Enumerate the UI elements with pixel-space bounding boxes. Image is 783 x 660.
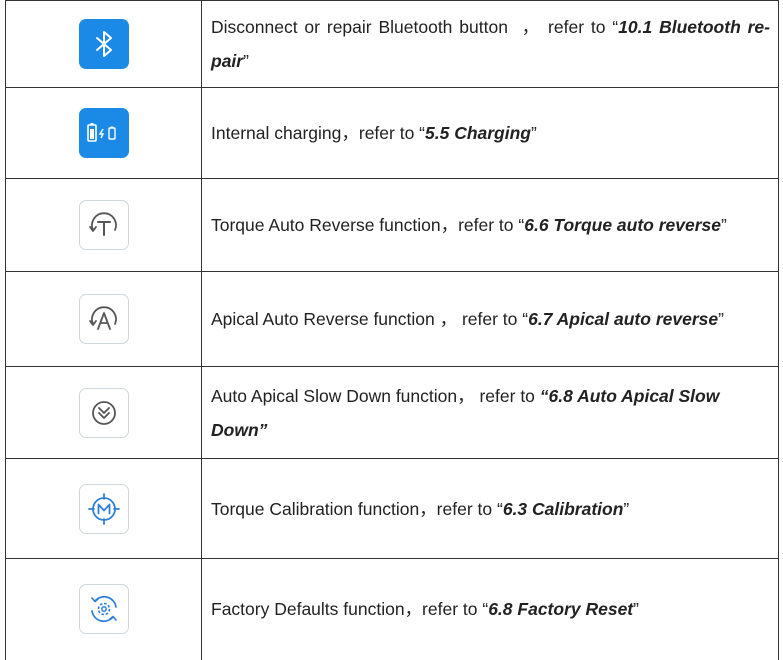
icon-cell [5, 458, 202, 559]
icon-cell [5, 0, 202, 88]
description-cell: Internal charging，refer to “5.5 Charging… [201, 87, 779, 179]
description-cell: Auto Apical Slow Down function， refer to… [201, 366, 779, 459]
factory-reset-icon [78, 584, 129, 635]
apical-auto-reverse-icon [78, 294, 129, 344]
table-row: Factory Defaults function，refer to “6.8 … [5, 558, 779, 660]
table-row: Auto Apical Slow Down function， refer to… [5, 366, 779, 459]
description-cell: Torque Auto Reverse function，refer to “6… [201, 178, 779, 272]
icon-cell [5, 558, 202, 660]
section-reference: 6.7 Apical auto reverse [528, 309, 719, 329]
torque-calibration-icon [78, 483, 129, 534]
icon-cell [5, 87, 202, 179]
description-cell: Torque Calibration function，refer to “6.… [201, 458, 779, 559]
closing-quote: ” [623, 498, 630, 519]
description-text: Apical Auto Reverse function ， refer to … [211, 309, 529, 329]
icon-cell [5, 178, 202, 272]
battery-charging-icon [78, 108, 129, 158]
description-cell: Factory Defaults function，refer to “6.8 … [201, 558, 779, 660]
closing-quote: ” [721, 215, 727, 235]
closing-quote: ” [718, 309, 724, 329]
icon-cell [5, 366, 202, 459]
description-cell: Disconnect or repair Bluetooth button ， … [201, 0, 779, 88]
table-row: Torque Calibration function，refer to “6.… [5, 458, 779, 559]
closing-quote: ” [243, 51, 249, 71]
closing-quote: ” [531, 123, 537, 143]
description-text: Torque Calibration function，refer to “ [211, 498, 503, 519]
torque-auto-reverse-icon [78, 200, 129, 250]
section-reference: 6.8 Factory Reset [488, 599, 634, 620]
bluetooth-icon [78, 19, 129, 69]
table-row: Internal charging，refer to “5.5 Charging… [5, 87, 779, 179]
description-text: Torque Auto Reverse function，refer to “ [211, 215, 525, 235]
table-row: Disconnect or repair Bluetooth button ， … [5, 0, 779, 88]
icon-cell [5, 271, 202, 367]
section-reference: 6.3 Calibration [502, 498, 624, 519]
description-text: Disconnect or repair Bluetooth button ， … [211, 17, 619, 37]
description-cell: Apical Auto Reverse function ， refer to … [201, 271, 779, 367]
closing-quote: ” [633, 599, 639, 620]
table-row: Apical Auto Reverse function ， refer to … [5, 271, 779, 367]
function-reference-table: Disconnect or repair Bluetooth button ， … [5, 0, 779, 660]
description-text: Internal charging，refer to “ [211, 123, 425, 143]
section-reference: 5.5 Charging [425, 123, 531, 143]
apical-slow-down-icon [78, 387, 129, 438]
description-text: Auto Apical Slow Down function， refer to [211, 385, 540, 406]
description-text: Factory Defaults function，refer to “ [211, 599, 489, 620]
table-row: Torque Auto Reverse function，refer to “6… [5, 178, 779, 272]
section-reference: 6.6 Torque auto reverse [524, 215, 722, 235]
